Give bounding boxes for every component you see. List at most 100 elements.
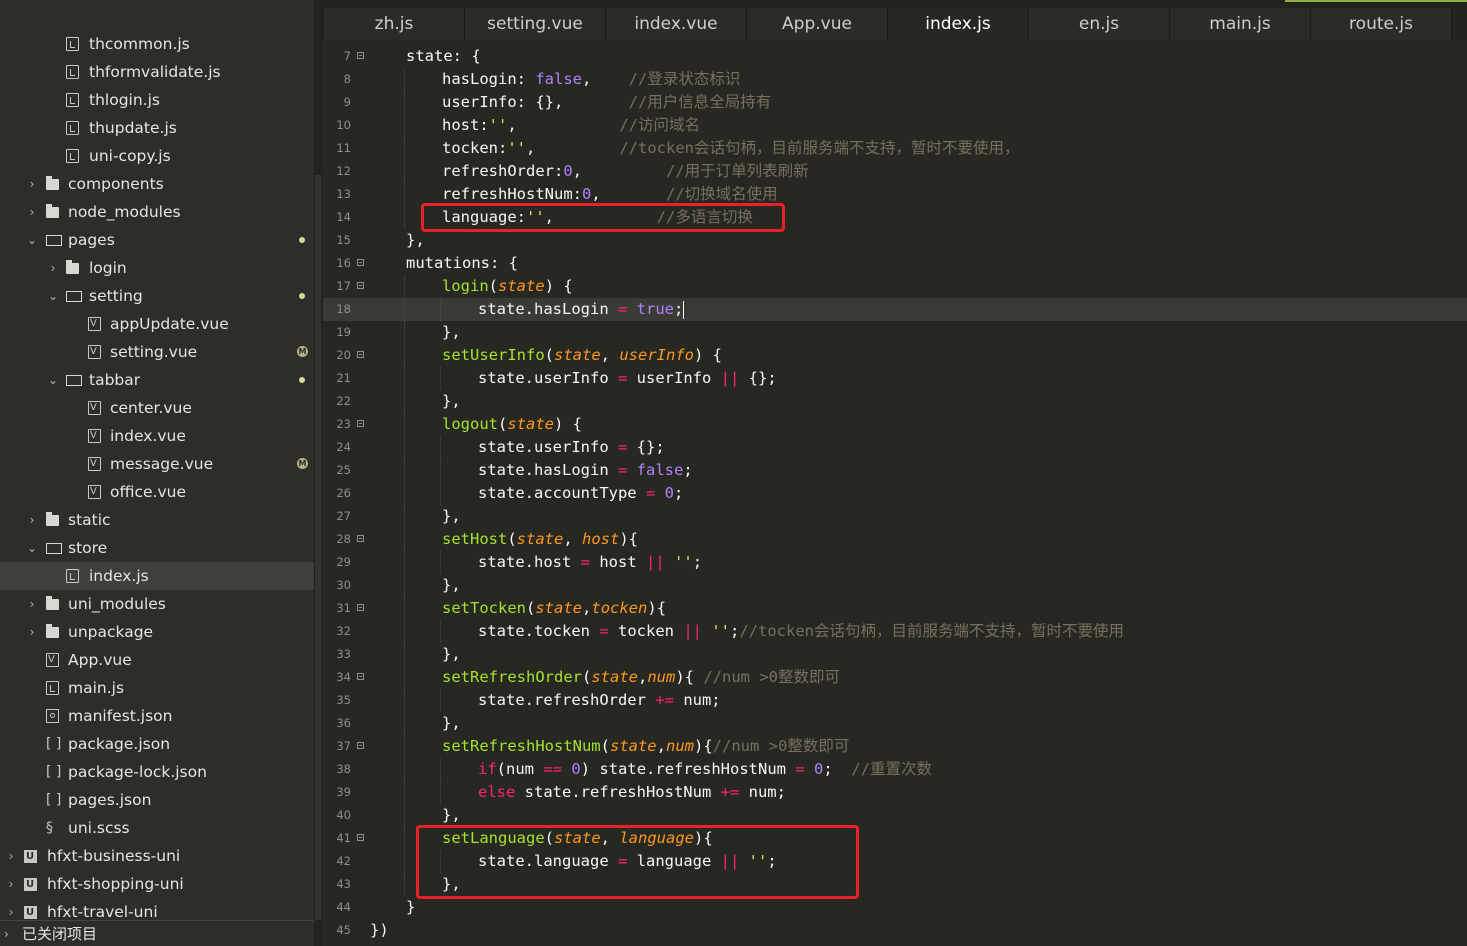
chevron-right-icon[interactable]: › <box>25 618 39 646</box>
fold-toggle-icon[interactable] <box>357 282 364 289</box>
tree-item-manifest-json[interactable]: manifest.json <box>0 702 314 730</box>
fold-toggle-icon[interactable] <box>357 351 364 358</box>
code-line[interactable]: 34 setRefreshOrder(state,num){ //num >0整数… <box>323 666 1467 689</box>
indent-guide <box>440 689 441 712</box>
tree-item-node-modules[interactable]: › node_modules <box>0 198 314 226</box>
tree-item-setting-vue[interactable]: setting.vue M <box>0 338 314 366</box>
chevron-down-icon[interactable]: ⌄ <box>46 366 60 394</box>
code-line[interactable]: 37 setRefreshHostNum(state,num){//num >0整… <box>323 735 1467 758</box>
code-line[interactable]: 45}) <box>323 919 1467 942</box>
tree-item-store[interactable]: ⌄ store <box>0 534 314 562</box>
tree-item-components[interactable]: › components <box>0 170 314 198</box>
chevron-down-icon[interactable]: ⌄ <box>25 226 39 254</box>
code-line[interactable]: 25 state.hasLogin = false; <box>323 459 1467 482</box>
tab-index-vue[interactable]: index.vue <box>606 8 747 40</box>
fold-toggle-icon[interactable] <box>357 52 364 59</box>
tree-item-hfxt-business-uni[interactable]: › hfxt-business-uni <box>0 842 314 871</box>
tree-item-package-json[interactable]: [ ] package.json <box>0 730 314 758</box>
tree-item-uni-modules[interactable]: › uni_modules <box>0 590 314 618</box>
tree-item-unpackage[interactable]: › unpackage <box>0 618 314 646</box>
tree-item-pages-json[interactable]: [ ] pages.json <box>0 786 314 814</box>
tree-item-message-vue[interactable]: message.vue M <box>0 450 314 478</box>
tree-item-center-vue[interactable]: center.vue <box>0 394 314 422</box>
code-line[interactable]: 40}, <box>323 804 1467 827</box>
chevron-right-icon[interactable]: › <box>25 590 39 618</box>
fold-toggle-icon[interactable] <box>357 259 364 266</box>
tree-item-pages[interactable]: ⌄ pages <box>0 226 314 254</box>
code-line[interactable]: 35 state.refreshOrder += num; <box>323 689 1467 712</box>
tree-item-thcommon-js[interactable]: thcommon.js <box>0 30 314 58</box>
code-line[interactable]: 30}, <box>323 574 1467 597</box>
chevron-down-icon[interactable]: ⌄ <box>25 534 39 562</box>
tree-item-thupdate-js[interactable]: thupdate.js <box>0 114 314 142</box>
fold-toggle-icon[interactable] <box>357 673 364 680</box>
code-line[interactable]: 10 host:'', //访问域名 <box>323 114 1467 137</box>
code-line[interactable]: 23 logout(state) { <box>323 413 1467 436</box>
fold-toggle-icon[interactable] <box>357 834 364 841</box>
tree-item-app-vue[interactable]: App.vue <box>0 646 314 674</box>
code-line[interactable]: 33}, <box>323 643 1467 666</box>
fold-toggle-icon[interactable] <box>357 420 364 427</box>
code-line[interactable]: 20 setUserInfo(state, userInfo) { <box>323 344 1467 367</box>
tree-item-thformvalidate-js[interactable]: thformvalidate.js <box>0 58 314 86</box>
tree-item-setting[interactable]: ⌄ setting <box>0 282 314 310</box>
code-line[interactable]: 15}, <box>323 229 1467 252</box>
tree-item-static[interactable]: › static <box>0 506 314 534</box>
tree-item-main-js[interactable]: main.js <box>0 674 314 702</box>
tab-app-vue[interactable]: App.vue <box>747 8 888 40</box>
code-line[interactable]: 44} <box>323 896 1467 919</box>
chevron-down-icon[interactable]: ⌄ <box>46 282 60 310</box>
code-line[interactable]: 22}, <box>323 390 1467 413</box>
tab-main-js[interactable]: main.js <box>1170 8 1311 40</box>
chevron-right-icon[interactable]: › <box>25 170 39 198</box>
chevron-right-icon[interactable]: › <box>4 842 18 870</box>
code-line[interactable]: 36}, <box>323 712 1467 735</box>
chevron-right-icon[interactable]: › <box>25 506 39 534</box>
tree-item-uni-scss[interactable]: § uni.scss <box>0 814 314 842</box>
chevron-right-icon[interactable]: › <box>46 254 60 282</box>
code-line[interactable]: 8 hasLogin: false, //登录状态标识 <box>323 68 1467 91</box>
code-line[interactable]: 31 setTocken(state,tocken){ <box>323 597 1467 620</box>
sidebar-scrollbar[interactable] <box>315 175 321 920</box>
code-line[interactable]: 26 state.accountType = 0; <box>323 482 1467 505</box>
code-token: , <box>582 70 629 88</box>
code-line[interactable]: 19}, <box>323 321 1467 344</box>
code-line[interactable]: 16 mutations: { <box>323 252 1467 275</box>
code-line[interactable]: 11 tocken:'', //tocken会话句柄，目前服务端不支持，暂时不要使… <box>323 137 1467 160</box>
tree-item-login[interactable]: › login <box>0 254 314 282</box>
fold-toggle-icon[interactable] <box>357 604 364 611</box>
code-text: }, <box>442 505 461 528</box>
tree-item-tabbar[interactable]: ⌄ tabbar <box>0 366 314 394</box>
code-line[interactable]: 27}, <box>323 505 1467 528</box>
tree-item-package-lock-json[interactable]: [ ] package-lock.json <box>0 758 314 786</box>
tree-item-appupdate-vue[interactable]: appUpdate.vue <box>0 310 314 338</box>
closed-projects-row[interactable]: › 已关闭项目 <box>0 920 314 946</box>
code-line[interactable]: 9 userInfo: {}, //用户信息全局持有 <box>323 91 1467 114</box>
code-line[interactable]: 17 login(state) { <box>323 275 1467 298</box>
tab-zh-js[interactable]: zh.js <box>324 8 465 40</box>
fold-toggle-icon[interactable] <box>357 535 364 542</box>
tree-item-index-js[interactable]: index.js <box>0 562 314 590</box>
code-line[interactable]: 7 state: { <box>323 45 1467 68</box>
chevron-right-icon[interactable]: › <box>25 198 39 226</box>
tab-index-js[interactable]: index.js <box>888 8 1029 40</box>
tree-item-thlogin-js[interactable]: thlogin.js <box>0 86 314 114</box>
code-line[interactable]: 38 if(num == 0) state.refreshHostNum = 0;… <box>323 758 1467 781</box>
tab-route-js[interactable]: route.js <box>1311 8 1452 40</box>
code-line[interactable]: 28 setHost(state, host){ <box>323 528 1467 551</box>
tree-item-hfxt-shopping-uni[interactable]: › hfxt-shopping-uni <box>0 870 314 899</box>
code-line[interactable]: 12 refreshOrder:0, //用于订单列表刷新 <box>323 160 1467 183</box>
tree-item-uni-copy-js[interactable]: uni-copy.js <box>0 142 314 170</box>
tree-item-office-vue[interactable]: office.vue <box>0 478 314 506</box>
code-line[interactable]: 24 state.userInfo = {}; <box>323 436 1467 459</box>
chevron-right-icon[interactable]: › <box>4 870 18 898</box>
code-line[interactable]: 18 state.hasLogin = true; <box>323 298 1467 321</box>
code-line[interactable]: 32 state.tocken = tocken || '';//tocken会话… <box>323 620 1467 643</box>
tab-setting-vue[interactable]: setting.vue <box>465 8 606 40</box>
tree-item-index-vue[interactable]: index.vue <box>0 422 314 450</box>
code-line[interactable]: 29 state.host = host || ''; <box>323 551 1467 574</box>
fold-toggle-icon[interactable] <box>357 742 364 749</box>
code-line[interactable]: 39 else state.refreshHostNum += num; <box>323 781 1467 804</box>
code-line[interactable]: 21 state.userInfo = userInfo || {}; <box>323 367 1467 390</box>
tab-en-js[interactable]: en.js <box>1029 8 1170 40</box>
